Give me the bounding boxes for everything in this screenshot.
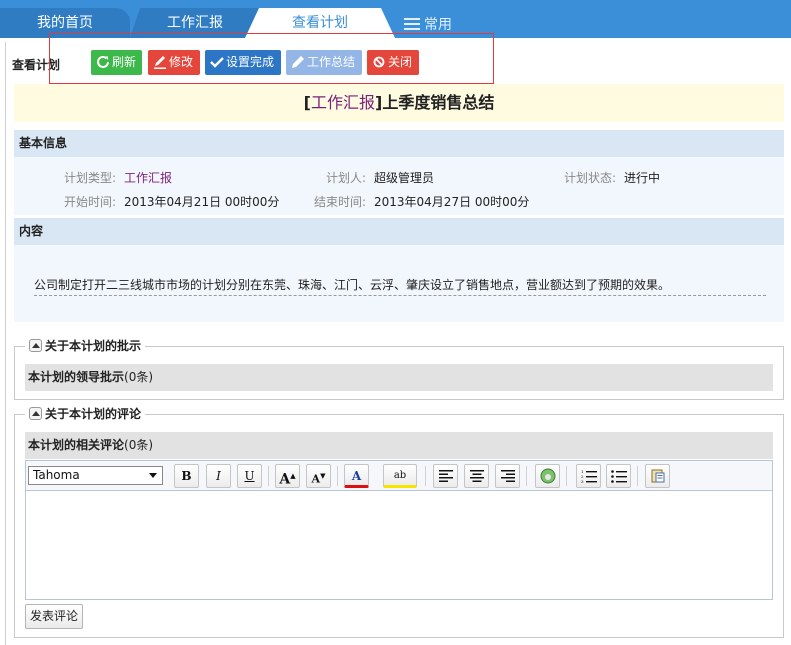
italic-icon: I — [216, 469, 221, 483]
font-grow-icon: A — [279, 471, 291, 488]
end-time-value: 2013年04月27日 00时00分 — [374, 195, 530, 209]
comments-legend-text: 关于本计划的评论 — [45, 407, 142, 421]
font-shrink-icon: A — [311, 472, 321, 486]
basic-info-panel: 计划类型: 工作汇报 计划人: 超级管理员 计划状态: 进行中 开始时间: 20… — [14, 157, 784, 215]
work-summary-button[interactable]: 工作总结 — [286, 50, 362, 75]
bold-icon: B — [181, 469, 192, 483]
ordered-list-button[interactable]: 123 — [576, 464, 601, 488]
content-text: 公司制定打开二三线城市市场的计划分别在东莞、珠海、江门、云浮、肇庆设立了销售地点… — [34, 276, 766, 296]
plan-owner-label: 计划人: — [325, 171, 366, 185]
toolbar-separator — [637, 466, 638, 486]
plan-owner-value: 超级管理员 — [374, 171, 435, 185]
align-right-button[interactable] — [495, 464, 520, 488]
tab-work-report-label: 工作汇报 — [167, 15, 223, 31]
basic-info-heading: 基本信息 — [14, 130, 784, 157]
approval-legend[interactable]: 关于本计划的批示 — [25, 338, 146, 354]
tab-common-label: 常用 — [424, 17, 452, 33]
close-label: 关闭 — [388, 55, 413, 69]
comments-count: (0条) — [124, 438, 154, 452]
align-center-icon — [469, 470, 484, 482]
plan-status-label: 计划状态: — [563, 171, 616, 185]
content-panel: 公司制定打开二三线城市市场的计划分别在东莞、珠海、江门、云浮、肇庆设立了销售地点… — [14, 245, 784, 322]
start-time-label: 开始时间: — [63, 195, 116, 209]
bold-button[interactable]: B — [174, 464, 199, 488]
refresh-label: 刷新 — [112, 55, 137, 69]
toolbar-separator — [425, 466, 426, 486]
menu-icon — [404, 18, 420, 30]
check-icon — [209, 54, 225, 70]
toolbar-separator — [337, 466, 338, 486]
toolbar-separator — [566, 466, 567, 486]
pencil-icon — [290, 54, 306, 70]
plan-title-text: 上季度销售总结 — [382, 93, 495, 112]
insert-emoticon-button[interactable] — [535, 464, 560, 488]
tab-home-label: 我的首页 — [37, 15, 93, 31]
comment-editor-body[interactable] — [26, 492, 772, 599]
align-center-button[interactable] — [464, 464, 489, 488]
ban-icon — [371, 54, 387, 70]
pencil-icon — [152, 54, 168, 70]
plan-type-value: 工作汇报 — [124, 171, 173, 185]
end-time-label: 结束时间: — [313, 195, 366, 209]
underline-icon: U — [244, 469, 255, 483]
approval-legend-text: 关于本计划的批示 — [45, 339, 142, 353]
font-grow-button[interactable]: A▲ — [275, 464, 300, 488]
highlight-button[interactable]: ab — [383, 464, 417, 488]
highlight-icon: ab — [393, 470, 407, 481]
paste-word-button[interactable] — [645, 464, 670, 488]
italic-button[interactable]: I — [206, 464, 231, 488]
font-color-icon: A — [351, 469, 362, 483]
comments-bar-label: 本计划的相关评论 — [28, 438, 125, 452]
collapse-up-icon[interactable] — [29, 339, 42, 352]
align-left-button[interactable] — [433, 464, 458, 488]
svg-text:3: 3 — [581, 479, 584, 483]
tab-view-plan-label: 查看计划 — [292, 15, 348, 31]
start-time-value: 2013年04月21日 00时00分 — [124, 195, 280, 209]
submit-comment-button[interactable]: 发表评论 — [25, 604, 83, 629]
underline-button[interactable]: U — [237, 464, 262, 488]
unordered-list-icon — [610, 470, 627, 483]
font-family-select[interactable]: Tahoma — [28, 466, 163, 485]
approval-bar: 本计划的领导批示(0条) — [25, 364, 773, 391]
align-right-icon — [500, 470, 515, 482]
set-done-button[interactable]: 设置完成 — [205, 50, 281, 75]
set-done-label: 设置完成 — [226, 55, 275, 69]
comments-legend[interactable]: 关于本计划的评论 — [25, 406, 146, 422]
plan-title: [工作汇报]上季度销售总结 — [14, 84, 784, 122]
plan-status-value: 进行中 — [624, 171, 661, 185]
edit-label: 修改 — [169, 55, 194, 69]
comments-bar: 本计划的相关评论(0条) — [25, 432, 773, 459]
unordered-list-button[interactable] — [606, 464, 631, 488]
font-shrink-button[interactable]: A▼ — [306, 464, 331, 488]
refresh-icon — [95, 54, 111, 70]
toolbar-separator — [268, 466, 269, 486]
emoticon-icon — [540, 468, 555, 484]
align-left-icon — [438, 470, 453, 482]
refresh-button[interactable]: 刷新 — [91, 50, 142, 75]
plan-type-bracket-open: [ — [303, 93, 311, 112]
close-button[interactable]: 关闭 — [367, 50, 419, 75]
plan-type-label: 计划类型: — [63, 171, 116, 185]
ordered-list-icon: 123 — [581, 469, 597, 484]
work-summary-label: 工作总结 — [307, 55, 356, 69]
toolbar-separator — [526, 466, 527, 486]
editor-toolbar: Tahoma B I U A▲ A▼ A ab 123 — [26, 461, 772, 491]
collapse-up-icon[interactable] — [29, 407, 42, 420]
approval-fieldset: 关于本计划的批示 本计划的领导批示(0条) — [14, 338, 784, 400]
content-heading: 内容 — [14, 218, 784, 245]
approval-count: (0条) — [124, 370, 154, 384]
font-color-button[interactable]: A — [344, 464, 369, 488]
font-family-value: Tahoma — [33, 468, 80, 482]
comment-editor: Tahoma B I U A▲ A▼ A ab 123 — [25, 460, 773, 600]
approval-bar-label: 本计划的领导批示 — [28, 370, 125, 384]
paste-icon — [651, 469, 664, 483]
plan-type-link[interactable]: 工作汇报 — [311, 93, 375, 112]
edit-button[interactable]: 修改 — [148, 50, 200, 75]
